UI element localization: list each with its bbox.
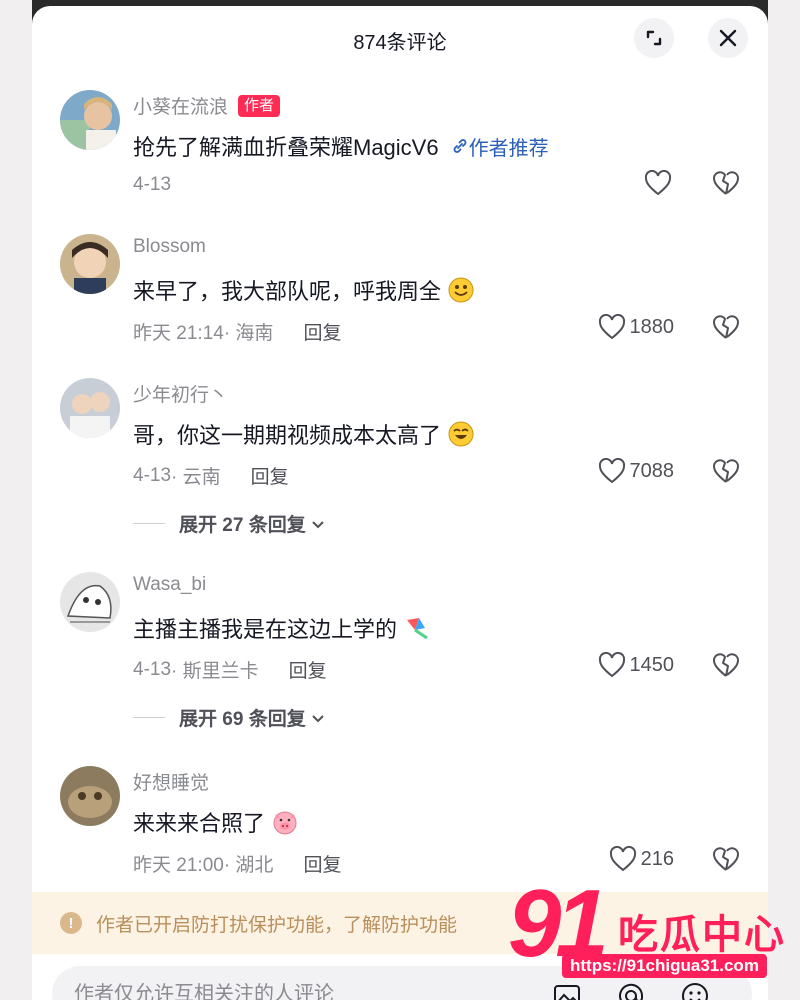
like-button[interactable]: 7088 bbox=[598, 458, 675, 484]
like-button[interactable]: 1880 bbox=[598, 314, 675, 340]
like-count: 216 bbox=[640, 847, 674, 870]
dislike-button[interactable] bbox=[712, 652, 740, 683]
expand-button[interactable] bbox=[634, 18, 674, 58]
avatar[interactable] bbox=[60, 572, 120, 632]
reply-button[interactable]: 回复 bbox=[303, 850, 341, 877]
broken-heart-icon bbox=[713, 171, 739, 195]
like-count: 1450 bbox=[629, 653, 675, 676]
avatar[interactable] bbox=[60, 766, 120, 826]
expand-replies-button[interactable]: 展开 27 条回复 bbox=[133, 510, 326, 537]
comment-meta: 4-13 bbox=[133, 174, 172, 195]
background-left bbox=[0, 0, 32, 1000]
comment-username[interactable]: 小葵在流浪 作者 bbox=[133, 92, 281, 119]
broken-heart-icon bbox=[713, 847, 739, 871]
pig-emoji-icon bbox=[273, 811, 297, 835]
divider bbox=[133, 717, 165, 718]
dislike-button[interactable] bbox=[712, 314, 740, 345]
comments-sheet: 874条评论 小葵在流浪 作者 抢先了解满血折叠荣耀MagicV6 作者推荐 4… bbox=[32, 6, 768, 1000]
link-icon bbox=[453, 139, 466, 153]
heart-icon bbox=[609, 846, 636, 872]
comment-text: 抢先了解满血折叠荣耀MagicV6 作者推荐 bbox=[133, 130, 549, 162]
comment-text: 主播主播我是在这边上学的 bbox=[133, 612, 431, 644]
dislike-button[interactable] bbox=[712, 170, 740, 201]
background-right bbox=[768, 0, 800, 1000]
divider bbox=[133, 523, 165, 524]
comment-username[interactable]: Blossom bbox=[133, 236, 206, 258]
kite-emoji-icon bbox=[407, 618, 428, 640]
chevron-down-icon bbox=[311, 520, 324, 528]
author-badge: 作者 bbox=[238, 94, 281, 117]
laugh-emoji-icon bbox=[448, 421, 474, 447]
notice-text: 作者已开启防打扰保护功能，了解防护功能 bbox=[96, 914, 458, 936]
like-button[interactable]: 216 bbox=[609, 846, 674, 872]
close-button[interactable] bbox=[708, 18, 748, 58]
broken-heart-icon bbox=[713, 653, 739, 677]
chevron-down-icon bbox=[311, 714, 324, 722]
like-button[interactable]: 1450 bbox=[598, 652, 675, 678]
comment-meta: 昨天 21:00 · 湖北 回复 bbox=[133, 850, 341, 877]
comment-text: 哥，你这一期期视频成本太高了 bbox=[133, 418, 475, 450]
comment-text: 来早了，我大部队呢，呼我周全 bbox=[133, 274, 475, 306]
comment-text: 来来来合照了 bbox=[133, 806, 299, 838]
sheet-header: 874条评论 bbox=[32, 6, 768, 72]
reply-button[interactable]: 回复 bbox=[303, 318, 341, 345]
heart-icon bbox=[598, 314, 625, 340]
avatar[interactable] bbox=[60, 234, 120, 294]
reply-button[interactable]: 回复 bbox=[289, 656, 327, 683]
watermark-name: 吃瓜中心 bbox=[618, 913, 786, 957]
dislike-button[interactable] bbox=[712, 458, 740, 489]
like-count: 1880 bbox=[629, 315, 675, 338]
like-button[interactable] bbox=[644, 170, 672, 196]
avatar[interactable] bbox=[60, 378, 120, 438]
comment-username[interactable]: 好想睡觉 bbox=[133, 768, 209, 795]
broken-heart-icon bbox=[713, 315, 739, 339]
comment-username[interactable]: Wasa_bi bbox=[133, 574, 206, 596]
comment-username[interactable]: 少年初行丶 bbox=[133, 380, 228, 407]
author-recommend-link[interactable]: 作者推荐 bbox=[451, 132, 549, 161]
like-count: 7088 bbox=[629, 459, 675, 482]
comment-meta: 4-13 · 云南 回复 bbox=[133, 462, 289, 489]
comment-meta: 昨天 21:14 · 海南 回复 bbox=[133, 318, 341, 345]
expand-replies-button[interactable]: 展开 69 条回复 bbox=[133, 704, 326, 731]
avatar[interactable] bbox=[60, 90, 120, 150]
reply-button[interactable]: 回复 bbox=[251, 462, 289, 489]
watermark-url: https://91chigua31.com bbox=[562, 954, 767, 978]
heart-icon bbox=[598, 652, 625, 678]
heart-icon bbox=[644, 170, 672, 196]
watermark-logo: 91 吃瓜中心 https://91chigua31.com bbox=[508, 876, 800, 986]
close-icon bbox=[719, 29, 737, 47]
comment-meta: 4-13 · 斯里兰卡 回复 bbox=[133, 656, 327, 683]
heart-icon bbox=[598, 458, 625, 484]
dislike-button[interactable] bbox=[712, 846, 740, 877]
broken-heart-icon bbox=[713, 459, 739, 483]
expand-icon bbox=[646, 30, 662, 46]
info-icon: ! bbox=[60, 912, 82, 934]
grin-emoji-icon bbox=[448, 277, 474, 303]
